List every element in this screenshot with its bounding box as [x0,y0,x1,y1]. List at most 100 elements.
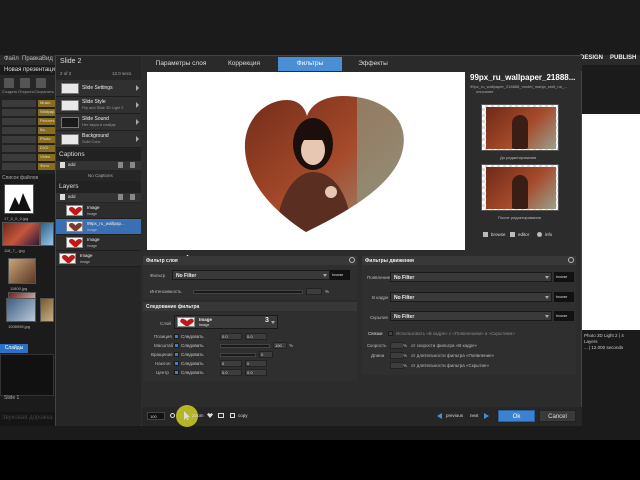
hide-browse-button[interactable]: browse [554,311,574,321]
folder-tree-row[interactable] [2,163,36,170]
zoom-label[interactable]: Zoom [192,413,204,418]
design-tab[interactable]: DESIGN [580,55,603,61]
layer-row-selected[interactable]: 99px_ru_wallpap... Image 2 [56,219,189,235]
slide-sound-row[interactable]: Slide Sound Нет звука в слайде [56,114,141,131]
length-hide-input[interactable] [390,362,404,369]
add-layer-icon[interactable] [60,194,65,200]
folder-tree-row[interactable] [2,154,36,161]
editor-icon[interactable] [510,232,515,237]
folder-item[interactable]: Music [38,100,56,107]
hide-filter-dropdown[interactable]: No Filter [390,311,552,321]
layer-row[interactable]: Image Image 4 [56,251,189,267]
save-project-icon[interactable] [36,78,46,88]
scale-slider[interactable] [220,344,270,348]
slides-tab[interactable]: Слайды [0,344,28,353]
editor-button[interactable]: editor [518,232,529,237]
folder-item[interactable]: Video [38,154,56,161]
next-arrow-icon[interactable] [484,413,489,419]
file-thumbnail[interactable] [8,258,36,284]
position-y-input[interactable]: 0.0 [245,333,267,340]
copy-icon[interactable] [230,413,235,418]
tab-filters[interactable]: Фильтры [278,57,342,71]
cancel-button[interactable]: Cancel [539,410,576,422]
reset-icon[interactable] [349,257,355,263]
folder-tree-row[interactable] [2,100,36,107]
folder-tree-row[interactable] [2,118,36,125]
tab-layer-settings[interactable]: Параметры слоя [146,57,216,71]
slide-timeline[interactable] [0,354,54,396]
skew-x-input[interactable]: 0 [220,360,242,367]
follow-skew-checkbox[interactable] [174,361,179,366]
background-row[interactable]: Background Solid Color [56,131,141,148]
intensity-input[interactable] [306,288,322,295]
intensity-slider[interactable] [193,290,303,294]
slide-duration[interactable]: 12.0 secs [112,71,131,76]
file-thumbnail[interactable] [40,222,54,246]
delete-caption-icon[interactable] [118,162,123,168]
follow-position-checkbox[interactable] [174,334,179,339]
folder-item[interactable]: Pictures [38,118,56,125]
layer-filter-dropdown[interactable]: No Filter [172,270,330,280]
layer-tools-icon[interactable] [130,194,135,200]
follow-rotation-checkbox[interactable] [174,352,179,357]
folder-item[interactable]: Wallpap.. [38,109,56,116]
links-checkbox[interactable] [388,331,393,336]
copy-button[interactable]: copy [238,413,248,418]
browse-file-button[interactable]: browse [491,232,506,237]
follow-scale-checkbox[interactable] [174,343,179,348]
zoom-icon[interactable] [170,413,175,418]
in-frame-browse-button[interactable]: browse [554,292,574,302]
length-appear-input[interactable] [390,352,404,359]
folder-tree-row[interactable] [2,145,36,152]
zoom-input[interactable]: 100 [147,412,165,420]
speed-input[interactable] [390,342,404,349]
layer-row[interactable]: Image Image 1 [56,203,189,219]
rotation-slider[interactable] [220,353,256,357]
info-icon[interactable] [537,232,542,237]
in-frame-filter-dropdown[interactable]: No Filter [390,292,552,302]
folder-tree-row[interactable] [2,127,36,134]
menu-edit[interactable]: Правка [22,56,42,62]
appear-filter-dropdown[interactable]: No Filter [390,272,552,282]
audio-track[interactable]: Звуковая дорожка [0,412,56,426]
add-layer-button[interactable]: add [68,194,76,199]
layer-filter-browse-button[interactable]: browse [330,270,350,280]
delete-layer-icon[interactable] [118,194,123,200]
caption-tools-icon[interactable] [130,162,135,168]
tab-correction[interactable]: Коррекция [218,57,270,71]
open-project-icon[interactable] [20,78,30,88]
folder-item[interactable]: Фото [38,163,56,170]
rotation-input[interactable]: 0 [259,351,273,358]
slide-style-row[interactable]: Slide Style Flip and Slide 3D Light 2 [56,97,141,114]
menu-file[interactable]: Файл [4,56,19,62]
folder-tree-row[interactable] [2,136,36,143]
appear-browse-button[interactable]: browse [554,272,574,282]
slide-preview-canvas[interactable] [147,72,465,250]
new-project-icon[interactable] [4,78,14,88]
folder-item[interactable]: Ка.. [38,127,56,134]
center-y-input[interactable]: 0.0 [245,369,267,376]
file-thumbnail[interactable] [40,298,54,322]
publish-tab[interactable]: PUBLISH [610,55,636,61]
add-caption-icon[interactable] [60,162,65,168]
follow-layer-dropdown[interactable]: Image Image 3 [174,315,278,329]
layer-row[interactable]: Image Image 3 [56,235,189,251]
file-thumbnail[interactable] [6,298,36,322]
menu-view[interactable]: Вид [42,56,53,62]
folder-item[interactable]: Photo [38,136,56,143]
add-caption-button[interactable]: add [68,162,76,167]
frame-icon[interactable] [218,413,224,418]
folder-item[interactable]: DVD [38,145,56,152]
scale-input[interactable]: 100 [273,342,287,349]
file-thumbnail[interactable] [2,222,40,246]
follow-center-checkbox[interactable] [174,370,179,375]
file-thumbnail[interactable] [4,184,34,214]
folder-tree-row[interactable] [2,109,36,116]
browse-icon[interactable] [483,232,488,237]
ok-button[interactable]: Ok [498,410,535,422]
next-button[interactable]: next [470,413,479,418]
previous-button[interactable]: previous [446,413,463,418]
info-button[interactable]: info [545,232,552,237]
skew-y-input[interactable]: 0 [245,360,267,367]
slide-settings-row[interactable]: Slide Settings [56,80,141,97]
